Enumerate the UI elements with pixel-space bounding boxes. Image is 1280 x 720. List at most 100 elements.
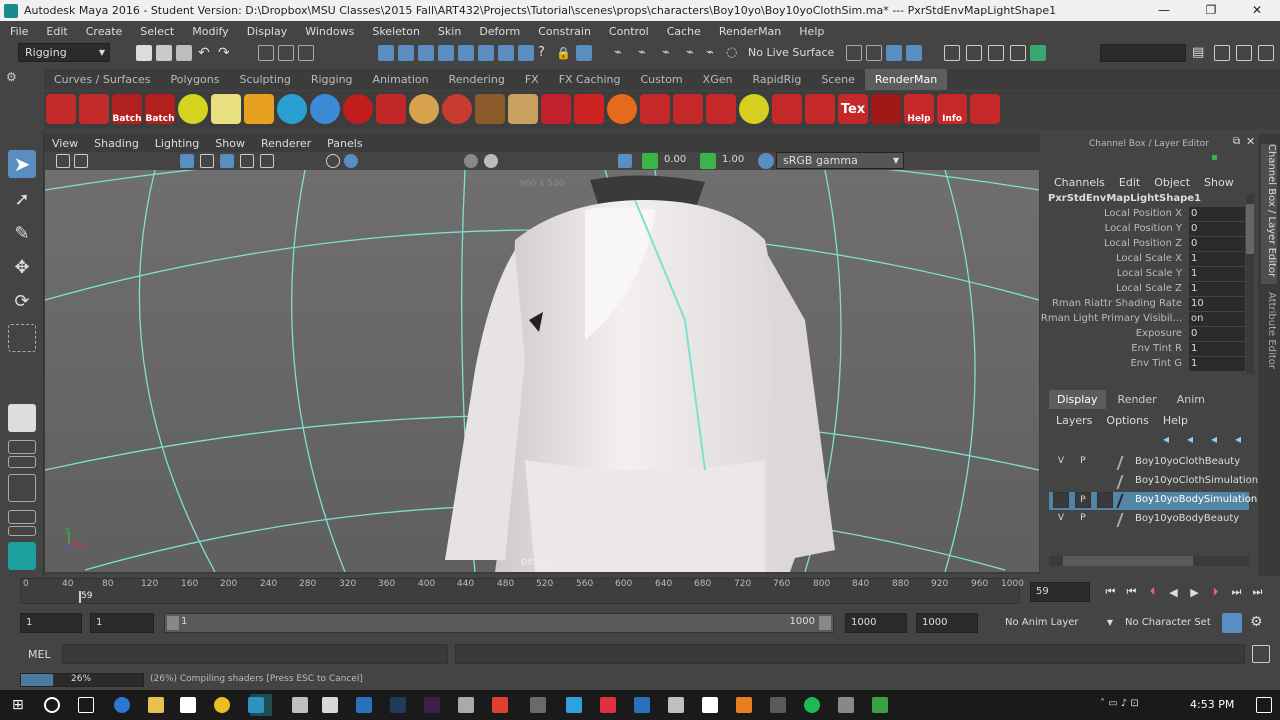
menu-control[interactable]: Control [599,25,657,38]
magnet2-icon[interactable]: ⌁ [638,45,654,61]
gate-mask-icon[interactable] [240,154,254,168]
channel-box-toggle-icon[interactable]: ▪ [1211,152,1218,163]
layer-playback[interactable]: P [1075,492,1091,508]
table-icon[interactable] [475,94,505,124]
layer-row[interactable]: Boy10yoClothSimulation [1049,473,1258,491]
layer-type[interactable] [1097,454,1113,470]
open-scene-icon[interactable] [156,45,172,61]
character-set-dropdown[interactable]: No Character Set [1120,613,1215,633]
menu-cache[interactable]: Cache [657,25,709,38]
step-forward-key-icon[interactable]: ⏭ [1226,585,1247,599]
gamma-value[interactable]: 1.00 [722,154,744,165]
menu-modify[interactable]: Modify [182,25,236,38]
live-surface-icon[interactable]: ◌ [726,45,742,61]
store-icon[interactable] [180,697,196,713]
app-icon-10[interactable] [668,697,684,713]
shelf-tab-xgen[interactable]: XGen [693,69,743,90]
menu-renderman[interactable]: RenderMan [709,25,789,38]
menu-skeleton[interactable]: Skeleton [362,25,428,38]
show-menu[interactable]: Show [1197,176,1241,189]
new-scene-icon[interactable] [136,45,152,61]
help-icon[interactable]: Help [904,94,934,124]
app-icon-12[interactable] [770,697,786,713]
shelf-tab-scene[interactable]: Scene [811,69,865,90]
attr-value[interactable]: 0 [1189,222,1245,236]
step-back-key-icon[interactable]: ⏮ [1121,585,1142,599]
batch-clapper-icon[interactable]: Batch [145,94,175,124]
channel-box-scrollbar[interactable] [1246,194,1254,374]
camera-attributes-icon[interactable] [56,154,70,168]
shelf-tab-curves-surfaces[interactable]: Curves / Surfaces [44,69,161,90]
script-editor-icon[interactable] [1252,645,1270,663]
save-scene-icon[interactable] [176,45,192,61]
attr-label[interactable]: Env Tint G [1130,358,1182,369]
hypershade-layout-icon[interactable] [8,526,36,536]
app-icon-5[interactable] [492,697,508,713]
layer-color-swatch[interactable] [1116,456,1124,470]
new-layer-selected-icon[interactable]: ◂ [1235,432,1241,446]
ipr-render-icon[interactable] [988,45,1004,61]
app-icon-8[interactable] [600,697,616,713]
infinity-icon[interactable] [871,94,901,124]
scale-tool-icon[interactable] [8,324,36,352]
time-slider[interactable]: 0 40 80 120 160 200 240 280 320 360 400 … [20,578,1024,604]
table2-icon[interactable] [508,94,538,124]
attr-label[interactable]: Local Position Z [1104,238,1182,249]
maya-taskbar-icon[interactable] [250,694,272,716]
shelf-gear-icon[interactable]: ⚙ [6,70,36,88]
lasso-tool-icon[interactable]: ➚ [8,186,36,214]
layer-visibility[interactable]: V [1053,454,1069,470]
attr-label[interactable]: Local Scale X [1116,253,1182,264]
app-icon-11[interactable] [702,697,718,713]
paint-select-icon[interactable]: ✎ [8,220,36,248]
ring-icon[interactable] [442,94,472,124]
panel-menu-panels[interactable]: Panels [319,137,370,150]
node-name[interactable]: PxrStdEnvMapLightShape1 [1048,193,1201,204]
move-layer-down-icon[interactable]: ◂ [1187,432,1193,446]
edit-menu[interactable]: Edit [1112,176,1147,189]
menu-file[interactable]: File [0,25,36,38]
shelf-tab-fx-caching[interactable]: FX Caching [549,69,631,90]
layer-visibility[interactable] [1053,492,1069,508]
menu-constrain[interactable]: Constrain [528,25,599,38]
side-tab-channel-box[interactable]: Channel Box / Layer Editor [1261,144,1277,284]
blue-sphere-icon[interactable] [310,94,340,124]
side-tab-attribute-editor[interactable]: Attribute Editor [1261,292,1277,382]
four-view-layout-icon[interactable] [8,440,36,454]
attr-value[interactable]: 0 [1189,207,1245,221]
layer-visibility[interactable] [1053,473,1069,489]
shelf-tab-renderman[interactable]: RenderMan [864,69,948,90]
menu-display[interactable]: Display [237,25,296,38]
toggle-attribute-editor-icon[interactable] [1236,45,1252,61]
layer-name[interactable]: Boy10yoClothBeauty [1135,456,1240,467]
hud-icon[interactable] [618,154,632,168]
attr-value[interactable]: 1 [1189,267,1245,281]
go-to-end-icon[interactable]: ⏭ [1247,585,1268,599]
eye-icon[interactable] [211,94,241,124]
menu-create[interactable]: Create [76,25,131,38]
chrome-icon[interactable] [214,697,230,713]
range-slider[interactable]: 1 1000 [164,613,834,633]
lock-icon[interactable]: 🔒 [556,45,572,61]
panel-menu-show[interactable]: Show [207,137,253,150]
play-forwards-icon[interactable]: ▶ [1184,586,1205,599]
after-effects-icon[interactable] [424,697,440,713]
batch-render-icon[interactable]: Batch [112,94,142,124]
scrollbar-thumb[interactable] [1246,204,1254,254]
perspective-viewport[interactable]: 960 x 540 persp y x [45,170,1039,572]
layer-type[interactable] [1097,492,1113,508]
channels-menu[interactable]: Channels [1047,176,1112,189]
playback-start-field[interactable]: 1 [90,613,154,633]
layer-hscrollbar[interactable] [1049,556,1249,566]
layer-color-swatch[interactable] [1116,494,1124,508]
tab-anim[interactable]: Anim [1169,390,1213,409]
layer-row[interactable]: V P Boy10yoBodyBeauty [1049,511,1249,529]
attr-value[interactable]: 1 [1189,252,1245,266]
no-render-icon[interactable] [178,94,208,124]
layer-name[interactable]: Boy10yoBodyBeauty [1135,513,1239,524]
layer-color-swatch[interactable] [1116,513,1124,527]
menu-edit[interactable]: Edit [36,25,75,38]
grid-toggle-icon[interactable] [180,154,194,168]
hypershade-icon[interactable] [1030,45,1046,61]
snap-grid-icon[interactable] [378,45,394,61]
